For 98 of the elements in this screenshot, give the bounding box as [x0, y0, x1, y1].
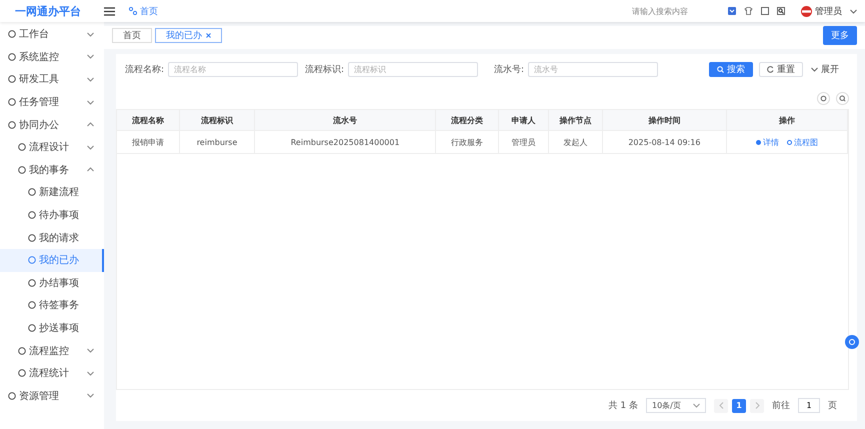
circle-icon [8, 392, 16, 400]
circle-icon [18, 166, 26, 174]
table-cell: 行政服务 [435, 130, 498, 154]
chevron-icon [87, 76, 94, 82]
sidebar-item[interactable]: 抄送事项 [0, 316, 104, 340]
total-count: 共 1 条 [608, 400, 638, 412]
input-field[interactable]: 流水号 [528, 62, 658, 77]
chevron-icon [87, 100, 94, 105]
chevron-down-icon [811, 67, 818, 72]
chevron-icon [87, 167, 94, 172]
chevron-icon [87, 122, 94, 128]
sidebar-item[interactable]: 待签事务 [0, 294, 104, 317]
circle-icon [28, 256, 36, 264]
circle-icon [28, 301, 36, 310]
circle-icon [8, 98, 16, 106]
app-logo: 一网通办平台 [14, 4, 82, 18]
user-name[interactable]: 管理员 [815, 4, 842, 18]
column-header: 操作 [726, 110, 848, 130]
column-header: 申请人 [498, 110, 549, 130]
sidebar-item[interactable]: 流程统计 [0, 362, 104, 384]
circle-icon [8, 30, 16, 38]
sidebar-item[interactable]: 流程监控 [0, 339, 104, 362]
circle-icon [28, 234, 36, 242]
table-cell: Reimburse2025081400001 [254, 130, 436, 154]
circle-icon [18, 143, 26, 152]
page-button[interactable]: 1 [732, 398, 746, 412]
action-link[interactable]: 详情 [756, 136, 779, 148]
chevron-icon [87, 144, 94, 150]
close-icon[interactable] [206, 33, 211, 38]
column-header: 流程标识 [179, 110, 255, 130]
chevron-right-icon [754, 402, 760, 409]
sidebar-item[interactable]: 系统监控 [0, 46, 104, 68]
input-field[interactable]: 流程名称 [168, 62, 298, 77]
column-header: 流程名称 [117, 110, 180, 130]
search-icon[interactable] [777, 7, 785, 15]
table-cell: reimburse [179, 130, 255, 154]
circle-icon [8, 52, 16, 61]
column-header: 流水号 [254, 110, 436, 130]
chevron-down-icon [693, 403, 700, 408]
menu-icon[interactable] [104, 6, 115, 16]
sidebar-item[interactable]: 新建流程 [0, 181, 104, 204]
breadcrumb-link[interactable]: 首页 [140, 4, 158, 18]
dropdown-icon[interactable] [728, 7, 736, 15]
sidebar-item[interactable]: 工作台 [0, 23, 104, 46]
circle-icon [28, 188, 36, 196]
floating-action-icon[interactable] [845, 335, 859, 349]
chevron-left-icon [718, 402, 724, 409]
sidebar-item[interactable]: 研发工具 [0, 68, 104, 91]
fullscreen-icon[interactable] [761, 7, 769, 15]
input-field[interactable]: 流程标识 [348, 62, 478, 77]
shirt-icon[interactable] [744, 7, 753, 15]
chevron-icon [87, 348, 94, 354]
action-link[interactable]: 流程图 [786, 136, 818, 148]
reset-button[interactable]: 重置 [759, 62, 803, 77]
table-cell: 管理员 [498, 130, 549, 154]
filter-label: 流程名称: [124, 64, 164, 76]
refresh-icon [767, 66, 774, 73]
sidebar-item[interactable]: 流程设计 [0, 136, 104, 159]
circle-icon [18, 346, 26, 355]
chevron-icon [87, 32, 94, 37]
sidebar-item[interactable]: 资源管理 [0, 384, 104, 408]
filter-label: 流水号: [492, 64, 524, 76]
sidebar-item[interactable]: 我的事务 [0, 158, 104, 182]
sidebar-item[interactable]: 任务管理 [0, 90, 104, 114]
tab[interactable]: 首页 [112, 28, 152, 43]
circle-icon [8, 75, 16, 84]
column-header: 操作节点 [548, 110, 602, 130]
chevron-down-icon[interactable] [850, 8, 857, 14]
nodes-icon [129, 7, 137, 15]
page-suffix: 页 [828, 400, 837, 412]
search-icon [717, 66, 724, 73]
sidebar-item[interactable]: 我的请求 [0, 226, 104, 249]
sidebar-item[interactable]: 我的已办 [0, 248, 104, 272]
column-header: 流程分类 [435, 110, 498, 130]
refresh-icon[interactable] [817, 92, 830, 105]
circle-icon [28, 324, 36, 332]
goto-label: 前往 [772, 400, 790, 412]
circle-icon [18, 369, 26, 378]
page-size-select[interactable]: 10条/页 [646, 398, 706, 413]
table-cell: 报销申请 [117, 130, 180, 154]
circle-icon [8, 120, 16, 129]
circle-icon [28, 278, 36, 287]
page-input[interactable]: 1 [798, 398, 820, 413]
table-cell: 发起人 [548, 130, 602, 154]
circle-icon [28, 211, 36, 220]
sidebar-item[interactable]: 待办事项 [0, 204, 104, 226]
chevron-icon [87, 370, 94, 376]
sidebar-item[interactable]: 办结事项 [0, 272, 104, 294]
avatar-icon[interactable] [801, 6, 812, 16]
filter-label: 流程标识: [304, 64, 344, 76]
table-cell: 2025-08-14 09:16 [602, 130, 726, 154]
chevron-icon [87, 54, 94, 60]
chevron-icon [87, 393, 94, 398]
column-header: 操作时间 [602, 110, 726, 130]
more-button[interactable]: 更多 [823, 26, 857, 45]
sidebar-item[interactable]: 协同办公 [0, 113, 104, 136]
search-button[interactable]: 搜索 [709, 62, 753, 77]
tab[interactable]: 我的已办 [155, 28, 222, 43]
